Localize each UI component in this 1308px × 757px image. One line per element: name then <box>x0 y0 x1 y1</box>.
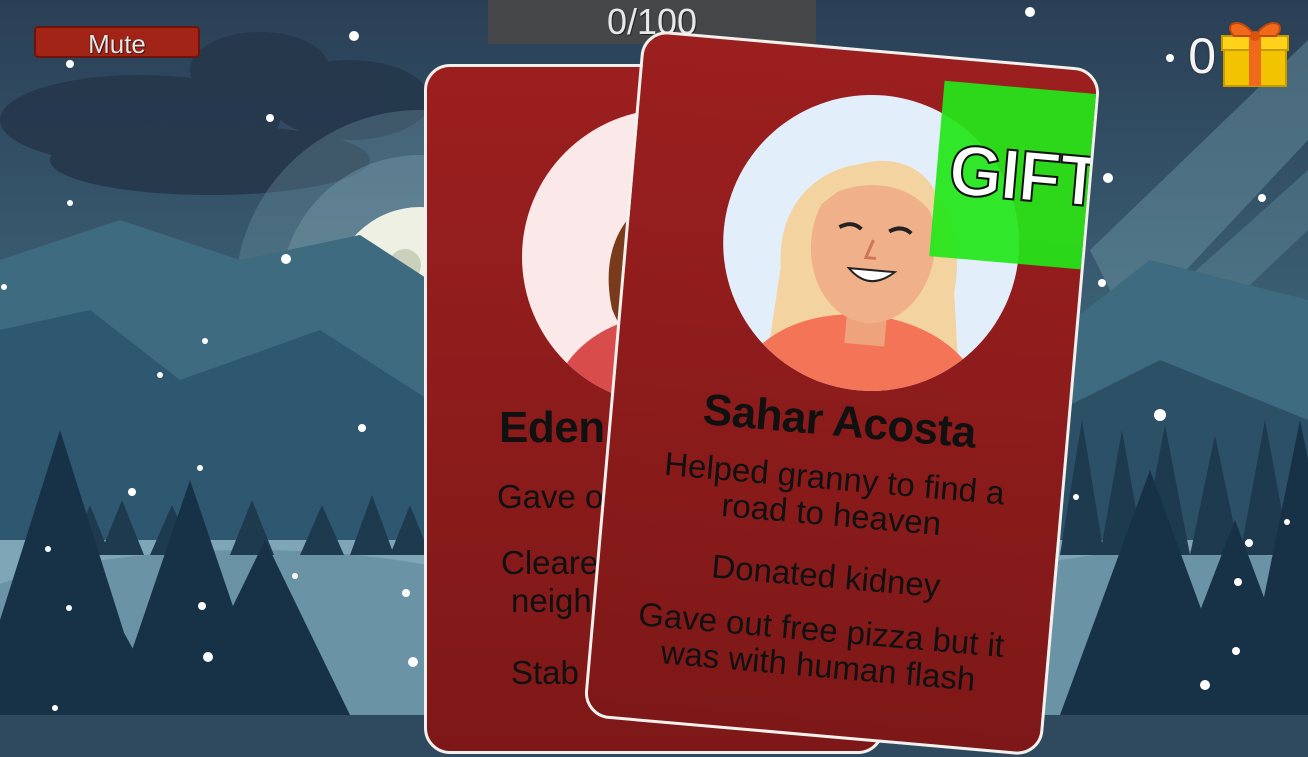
gift-button[interactable]: GIFT <box>929 80 1102 272</box>
gift-count: 0 <box>1188 28 1216 84</box>
deed-line: Gave out free pizza but it was with huma… <box>636 595 1006 698</box>
character-card-front[interactable]: Sahar Acosta Helped granny to find a roa… <box>582 29 1102 757</box>
gift-label: GIFT <box>945 129 1102 224</box>
mute-button[interactable]: Mute <box>34 26 200 59</box>
gift-box-icon <box>1221 22 1289 87</box>
